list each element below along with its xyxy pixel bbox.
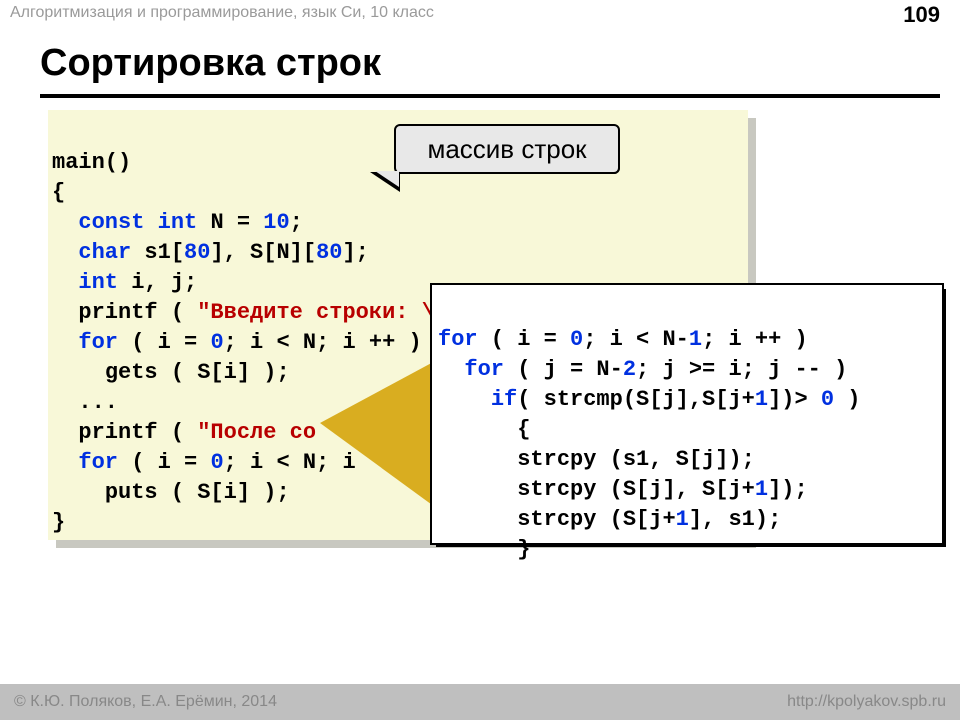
callout-array-of-strings: массив строк — [394, 124, 620, 174]
ident: N — [210, 210, 223, 235]
slide-number: 109 — [903, 2, 940, 28]
kw-if: if — [491, 387, 517, 412]
kw-char: char — [78, 240, 131, 265]
kw-for: for — [464, 357, 504, 382]
site-url: http://kpolyakov.spb.ru — [787, 693, 946, 711]
num: 80 — [316, 240, 342, 265]
code-block-sort: for ( i = 0; i < N-1; i ++ ) for ( j = N… — [430, 283, 944, 545]
page-title: Сортировка строк — [40, 42, 381, 85]
code-line: { — [438, 417, 530, 442]
code-line: strcpy (S[j], S[j+1]); — [438, 477, 808, 502]
num: 10 — [263, 210, 289, 235]
course-label: Алгоритмизация и программирование, язык … — [10, 4, 434, 22]
code-line: ... — [52, 390, 118, 415]
kw-for: for — [78, 450, 118, 475]
code-line: { — [52, 180, 65, 205]
kw-for: for — [78, 330, 118, 355]
code-line: puts ( S[i] ); — [52, 480, 290, 505]
num: 0 — [210, 450, 223, 475]
title-underline — [40, 94, 940, 98]
slide: Алгоритмизация и программирование, язык … — [0, 0, 960, 720]
code-line: gets ( S[i] ); — [52, 360, 290, 385]
callout-tail-fill — [375, 171, 399, 187]
string: "После со — [197, 420, 316, 445]
code-line: } — [438, 537, 530, 562]
code-line: main() — [52, 150, 131, 175]
kw-int: int — [158, 210, 198, 235]
kw-const: const — [78, 210, 144, 235]
num: 80 — [184, 240, 210, 265]
footer: © К.Ю. Поляков, Е.А. Ерёмин, 2014 http:/… — [0, 684, 960, 720]
string: "Введите строки: \n" — [197, 300, 461, 325]
kw-int: int — [78, 270, 118, 295]
code-line: strcpy (S[j+1], s1); — [438, 507, 781, 532]
code-line: strcpy (s1, S[j]); — [438, 447, 755, 472]
kw-for: for — [438, 327, 478, 352]
copyright: © К.Ю. Поляков, Е.А. Ерёмин, 2014 — [14, 693, 277, 711]
code-line: } — [52, 510, 65, 535]
num: 0 — [210, 330, 223, 355]
